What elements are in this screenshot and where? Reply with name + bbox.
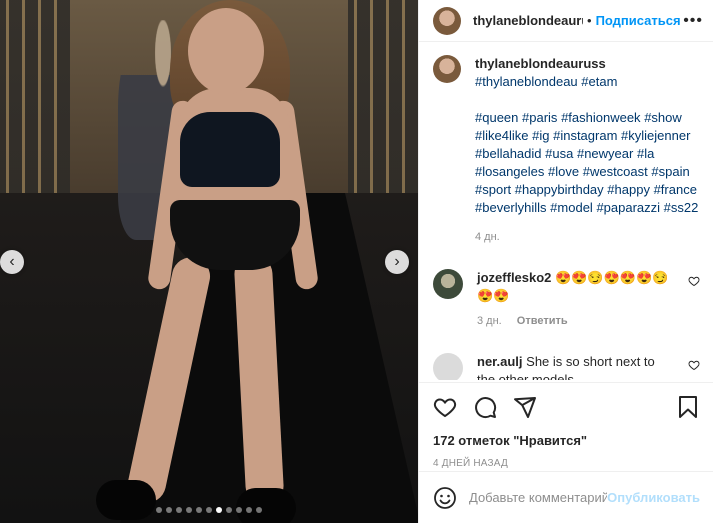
caption: thylaneblondeauruss #thylaneblondeau #et… [433,55,700,243]
comment-text: jozefflesko2 😍😍😏😍😍😍😏😍😍 [477,269,672,305]
hashtag-link[interactable]: #ig [532,128,549,143]
hashtag-link[interactable]: #show [644,110,682,125]
carousel-dot [226,507,232,513]
post-header: thylaneblondeauruss • Подписаться ••• [419,0,713,42]
post-actions: 172 отметок "Нравится" 4 ДНЕЙ НАЗАД [419,382,713,469]
comment-username[interactable]: ner.aulj [477,354,523,369]
hashtag-link[interactable]: #model [550,200,593,215]
carousel-dot [236,507,242,513]
hashtag-link[interactable]: #happy [607,182,650,197]
avatar[interactable] [433,6,461,35]
comment-username[interactable]: jozefflesko2 [477,270,551,285]
hashtag-link[interactable]: #happybirthday [515,182,604,197]
carousel-dot [256,507,262,513]
model-face [188,8,264,94]
carousel-dot [206,507,212,513]
header-username[interactable]: thylaneblondeauruss [473,13,583,28]
comment-item: jozefflesko2 😍😍😏😍😍😍😏😍😍 3 дн. Ответить [433,269,700,327]
comment-input[interactable] [469,490,608,505]
model-top [180,112,280,187]
hashtag-link[interactable]: #thylaneblondeau [475,74,578,89]
comment-item: ner.aulj She is so short next to the oth… [433,353,700,380]
comment-icon[interactable] [473,395,497,419]
carousel-dot [166,507,172,513]
hashtag-link[interactable]: #paris [522,110,557,125]
avatar[interactable] [433,269,463,299]
hashtag-link[interactable]: #sport [475,182,511,197]
hashtag-link[interactable]: #spain [651,164,689,179]
post-photo[interactable]: ‹ › [0,0,418,523]
carousel-dot [246,507,252,513]
chevron-left-icon[interactable]: ‹ [0,250,24,274]
hashtag-link[interactable]: #paparazzi [596,200,660,215]
carousel-dot [156,507,162,513]
hashtag-link[interactable]: #fashionweek [561,110,641,125]
share-icon[interactable] [513,395,537,419]
hashtag-link[interactable]: #like4like [475,128,528,143]
model-shoe [96,480,156,520]
hashtag-link[interactable]: #france [654,182,697,197]
heart-icon[interactable] [433,395,457,419]
hashtag-link[interactable]: #usa [545,146,573,161]
caption-username[interactable]: thylaneblondeauruss [475,56,606,71]
likes-count[interactable]: 172 отметок "Нравится" [433,433,700,448]
add-comment-bar: Опубликовать [419,471,713,523]
hashtag-link[interactable]: #instagram [553,128,617,143]
model-shoe [236,488,296,523]
hashtag-link[interactable]: #la [637,146,654,161]
comments-list[interactable]: thylaneblondeauruss #thylaneblondeau #et… [419,55,713,380]
hashtag-link[interactable]: #queen [475,110,518,125]
carousel-dot [176,507,182,513]
post-timestamp: 4 ДНЕЙ НАЗАД [433,458,508,469]
bookmark-icon[interactable] [676,395,700,419]
reply-button[interactable]: Ответить [517,315,568,327]
heart-icon[interactable] [688,359,700,371]
carousel-dot [186,507,192,513]
avatar[interactable] [433,353,463,380]
carousel-dot [216,507,222,513]
comment-time: 3 дн. [477,315,502,327]
chevron-right-icon[interactable]: › [385,250,409,274]
hashtag-link[interactable]: #etam [581,74,617,89]
carousel-dots [0,507,418,513]
hashtag-link[interactable]: #ss22 [664,200,699,215]
follow-button[interactable]: Подписаться [596,13,681,28]
carousel-dot [196,507,202,513]
more-options-icon[interactable]: ••• [683,12,703,30]
hashtag-link[interactable]: #kyliejenner [621,128,690,143]
hashtag-link[interactable]: #westcoast [583,164,648,179]
hashtag-link[interactable]: #bellahadid [475,146,542,161]
publish-button[interactable]: Опубликовать [607,490,700,505]
hashtag-link[interactable]: #beverlyhills [475,200,547,215]
post-side-panel: thylaneblondeauruss • Подписаться ••• th… [418,0,713,523]
caption-text: thylaneblondeauruss #thylaneblondeau #et… [475,55,700,217]
header-separator: • [587,13,592,28]
caption-time: 4 дн. [475,231,500,243]
emoji-icon[interactable] [433,486,457,510]
avatar[interactable] [433,55,461,83]
hashtag-link[interactable]: #newyear [577,146,633,161]
heart-icon[interactable] [688,275,700,287]
model-feather-bottom [170,200,300,270]
comment-text: ner.aulj She is so short next to the oth… [477,353,672,380]
hashtag-link[interactable]: #love [548,164,579,179]
hashtag-link[interactable]: #losangeles [475,164,544,179]
comment-meta: 3 дн. Ответить [477,315,672,327]
